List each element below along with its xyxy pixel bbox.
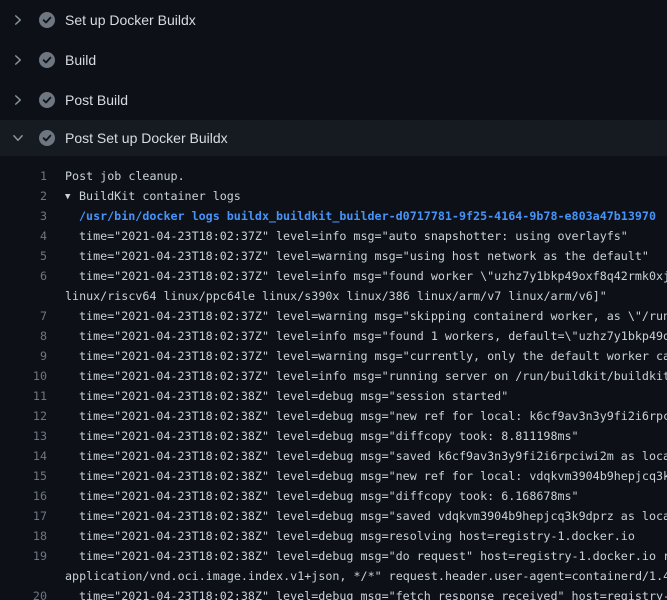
log-line: 4 time="2021-04-23T18:02:37Z" level=info… — [0, 226, 667, 246]
chevron-right-icon — [12, 54, 24, 66]
log-line-wrapped: linux/riscv64 linux/ppc64le linux/s390x … — [0, 286, 667, 306]
line-number — [0, 286, 47, 306]
line-number[interactable]: 2 — [0, 186, 47, 206]
line-number[interactable]: 10 — [0, 366, 47, 386]
log-line-text: time="2021-04-23T18:02:38Z" level=debug … — [79, 446, 667, 466]
log-line-wrapped: application/vnd.oci.image.index.v1+json,… — [0, 566, 667, 586]
log-line: 2 ▼BuildKit container logs — [0, 186, 667, 206]
line-number[interactable]: 7 — [0, 306, 47, 326]
log-line-text: time="2021-04-23T18:02:38Z" level=debug … — [79, 506, 667, 526]
line-number[interactable]: 8 — [0, 326, 47, 346]
step-label: Set up Docker Buildx — [65, 12, 196, 28]
log-line-text: time="2021-04-23T18:02:37Z" level=warnin… — [79, 346, 667, 366]
log-line-text: time="2021-04-23T18:02:38Z" level=debug … — [79, 486, 579, 506]
log-group-toggle[interactable]: BuildKit container logs — [79, 189, 241, 203]
log-line-text: time="2021-04-23T18:02:38Z" level=debug … — [79, 426, 579, 446]
log-line-text: time="2021-04-23T18:02:38Z" level=debug … — [79, 526, 635, 546]
log-line: 5 time="2021-04-23T18:02:37Z" level=warn… — [0, 246, 667, 266]
log-line: 19 time="2021-04-23T18:02:38Z" level=deb… — [0, 546, 667, 566]
log-line-text: time="2021-04-23T18:02:38Z" level=debug … — [79, 586, 667, 600]
log-line-text: time="2021-04-23T18:02:38Z" level=debug … — [79, 406, 667, 426]
line-number[interactable]: 11 — [0, 386, 47, 406]
line-number — [0, 566, 47, 586]
log-line: 3 /usr/bin/docker logs buildx_buildkit_b… — [0, 206, 667, 226]
log-line: 8 time="2021-04-23T18:02:37Z" level=info… — [0, 326, 667, 346]
log-line-text: linux/riscv64 linux/ppc64le linux/s390x … — [65, 286, 607, 306]
log-line-text: time="2021-04-23T18:02:37Z" level=info m… — [79, 226, 628, 246]
line-number[interactable]: 13 — [0, 426, 47, 446]
log-line-text: time="2021-04-23T18:02:38Z" level=debug … — [79, 386, 508, 406]
line-number[interactable]: 1 — [0, 166, 47, 186]
log-line: 11 time="2021-04-23T18:02:38Z" level=deb… — [0, 386, 667, 406]
chevron-right-icon — [12, 94, 24, 106]
line-number[interactable]: 19 — [0, 546, 47, 566]
log-line-text: time="2021-04-23T18:02:37Z" level=info m… — [79, 326, 667, 346]
step-header-build[interactable]: Build — [0, 40, 667, 80]
log-line: 15 time="2021-04-23T18:02:38Z" level=deb… — [0, 466, 667, 486]
check-circle-icon — [39, 12, 55, 28]
log-line-text: Post job cleanup. — [65, 166, 185, 186]
chevron-down-icon — [12, 132, 24, 144]
line-number[interactable]: 15 — [0, 466, 47, 486]
step-label: Build — [65, 52, 96, 68]
log-line: 14 time="2021-04-23T18:02:38Z" level=deb… — [0, 446, 667, 466]
step-list: Set up Docker Buildx Build P — [0, 0, 667, 156]
line-number[interactable]: 18 — [0, 526, 47, 546]
log-line: 7 time="2021-04-23T18:02:37Z" level=warn… — [0, 306, 667, 326]
log-line: 9 time="2021-04-23T18:02:37Z" level=warn… — [0, 346, 667, 366]
log-line-text: time="2021-04-23T18:02:37Z" level=info m… — [79, 266, 667, 286]
log-line: 16 time="2021-04-23T18:02:38Z" level=deb… — [0, 486, 667, 506]
line-number[interactable]: 17 — [0, 506, 47, 526]
line-number[interactable]: 16 — [0, 486, 47, 506]
log-line: 13 time="2021-04-23T18:02:38Z" level=deb… — [0, 426, 667, 446]
log-line: 10 time="2021-04-23T18:02:37Z" level=inf… — [0, 366, 667, 386]
log-line-text: time="2021-04-23T18:02:37Z" level=info m… — [79, 366, 667, 386]
log-line-text: time="2021-04-23T18:02:37Z" level=warnin… — [79, 306, 667, 326]
log-line-text: application/vnd.oci.image.index.v1+json,… — [65, 566, 667, 586]
line-number[interactable]: 14 — [0, 446, 47, 466]
step-header-post-build[interactable]: Post Build — [0, 80, 667, 120]
check-circle-icon — [39, 130, 55, 146]
line-number[interactable]: 3 — [0, 206, 47, 226]
check-circle-icon — [39, 92, 55, 108]
line-number[interactable]: 12 — [0, 406, 47, 426]
line-number[interactable]: 4 — [0, 226, 47, 246]
line-number[interactable]: 9 — [0, 346, 47, 366]
log-line: 6 time="2021-04-23T18:02:37Z" level=info… — [0, 266, 667, 286]
step-header-set-up-docker-buildx[interactable]: Set up Docker Buildx — [0, 0, 667, 40]
log-line: 17 time="2021-04-23T18:02:38Z" level=deb… — [0, 506, 667, 526]
log-line-text: time="2021-04-23T18:02:37Z" level=warnin… — [79, 246, 649, 266]
step-label: Post Set up Docker Buildx — [65, 130, 228, 146]
step-header-post-set-up-docker-buildx[interactable]: Post Set up Docker Buildx — [0, 120, 667, 156]
log-line: 12 time="2021-04-23T18:02:38Z" level=deb… — [0, 406, 667, 426]
log-line: 20 time="2021-04-23T18:02:38Z" level=deb… — [0, 586, 667, 600]
log-group-header: ▼BuildKit container logs — [65, 186, 241, 206]
check-circle-icon — [39, 52, 55, 68]
log-lines: 1 Post job cleanup. 2 ▼BuildKit containe… — [0, 156, 667, 600]
log-line-text: time="2021-04-23T18:02:38Z" level=debug … — [79, 466, 667, 486]
step-label: Post Build — [65, 92, 128, 108]
log-line: 1 Post job cleanup. — [0, 166, 667, 186]
line-number[interactable]: 6 — [0, 266, 47, 286]
triangle-down-icon[interactable]: ▼ — [65, 187, 79, 207]
chevron-right-icon — [12, 14, 24, 26]
log-line-text: time="2021-04-23T18:02:38Z" level=debug … — [79, 546, 667, 566]
log-command-text: /usr/bin/docker logs buildx_buildkit_bui… — [79, 206, 656, 226]
line-number[interactable]: 5 — [0, 246, 47, 266]
log-line: 18 time="2021-04-23T18:02:38Z" level=deb… — [0, 526, 667, 546]
line-number[interactable]: 20 — [0, 586, 47, 600]
